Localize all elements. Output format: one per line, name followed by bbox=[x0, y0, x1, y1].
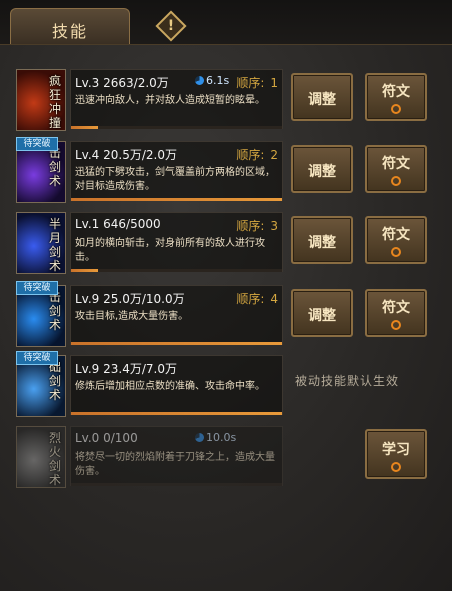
blazing-blade-skill-icon[interactable]: 烈火剑术 bbox=[16, 426, 66, 488]
skill-info-panel: Lv.9 25.0万/10.0万 顺序: 4 攻击目标,造成大量伤害。 bbox=[70, 285, 283, 345]
cooldown-value: 6.1s bbox=[206, 74, 230, 87]
skill-progress-bar bbox=[71, 483, 282, 486]
tab-skills-label: 技能 bbox=[51, 22, 88, 41]
order-value: 2 bbox=[270, 148, 278, 162]
progress-fill bbox=[71, 342, 282, 345]
exclamation-icon: ! bbox=[167, 18, 175, 34]
adjust-button-label: 调整 bbox=[308, 308, 336, 324]
adjust-button[interactable]: 调整 bbox=[291, 216, 353, 264]
order-value: 3 bbox=[270, 219, 278, 233]
skill-level: Lv.9 25.0万/10.0万 bbox=[75, 292, 185, 306]
adjust-button[interactable]: 调整 bbox=[291, 145, 353, 193]
ring-icon bbox=[391, 104, 401, 114]
order-label: 顺序: bbox=[236, 219, 265, 233]
skill-icon-text: 半月剑术 bbox=[48, 217, 61, 273]
progress-fill bbox=[71, 198, 282, 201]
top-bar: 技能 ! bbox=[0, 0, 452, 45]
help-button[interactable]: ! bbox=[155, 10, 187, 42]
skill-progress-bar bbox=[71, 412, 282, 415]
skill-progress-bar bbox=[71, 342, 282, 345]
skill-icon-text: 础剑术 bbox=[48, 360, 61, 402]
skill-icon-text: 击剑术 bbox=[48, 290, 61, 332]
adjust-button[interactable]: 调整 bbox=[291, 289, 353, 337]
progress-fill bbox=[71, 412, 282, 415]
skill-description: 攻击目标,造成大量伤害。 bbox=[75, 311, 189, 322]
skill-info-panel: Lv.1 646/5000 顺序: 3 如月的横向斩击，对身前所有的敌人进行攻击。 bbox=[70, 212, 283, 272]
order-label: 顺序: bbox=[236, 76, 265, 90]
ring-icon bbox=[391, 462, 401, 472]
skill-level: Lv.0 0/100 bbox=[75, 431, 138, 445]
skill-progress-bar bbox=[71, 269, 282, 272]
ring-icon bbox=[391, 320, 401, 330]
order-value: 1 bbox=[270, 76, 278, 90]
rune-button[interactable]: 符文 bbox=[365, 289, 427, 337]
rune-button-label: 符文 bbox=[382, 84, 410, 100]
skill-cooldown: 10.0s bbox=[195, 431, 236, 444]
skill-row: 击剑术 待突破 Lv.4 20.5万/2.0万 顺序: 2 迅猛的下劈攻击，剑气覆… bbox=[0, 137, 452, 207]
skill-level: Lv.1 646/5000 bbox=[75, 217, 161, 231]
skill-row: 半月剑术 Lv.1 646/5000 顺序: 3 如月的横向斩击，对身前所有的敌人… bbox=[0, 212, 452, 278]
ring-icon bbox=[391, 176, 401, 186]
cooldown-value: 10.0s bbox=[206, 431, 237, 444]
skill-description: 迅速冲向敌人，并对敌人造成短暂的眩晕。 bbox=[75, 95, 265, 106]
skill-cooldown: 6.1s bbox=[195, 74, 229, 87]
skill-progress-bar bbox=[71, 126, 282, 129]
skill-level: Lv.9 23.4万/7.0万 bbox=[75, 362, 177, 376]
rune-button-label: 符文 bbox=[382, 156, 410, 172]
skill-description: 将焚尽一切的烈焰附着于刀锋之上，造成大量伤害。 bbox=[75, 452, 275, 477]
passive-note: 被动技能默认生效 bbox=[295, 374, 400, 388]
cooldown-icon bbox=[195, 433, 204, 442]
charge-skill-icon[interactable]: 疯狂冲撞 bbox=[16, 69, 66, 131]
progress-fill bbox=[71, 269, 99, 272]
skill-info-panel: Lv.3 2663/2.0万 6.1s 顺序: 1 迅速冲向敌人，并对敌人造成短暂… bbox=[70, 69, 283, 129]
skill-info-panel: Lv.9 23.4万/7.0万 修炼后增加相应点数的准确、攻击命中率。 bbox=[70, 355, 283, 415]
skill-description: 迅猛的下劈攻击，剑气覆盖前方两格的区域，对目标造成伤害。 bbox=[75, 167, 275, 192]
skill-order: 顺序: 1 bbox=[236, 74, 278, 91]
breakthrough-badge: 待突破 bbox=[16, 281, 58, 295]
skill-icon-text: 烈火剑术 bbox=[48, 431, 61, 487]
skill-info-panel: Lv.0 0/100 10.0s 将焚尽一切的烈焰附着于刀锋之上，造成大量伤害。 bbox=[70, 426, 283, 486]
skill-level: Lv.3 2663/2.0万 bbox=[75, 76, 169, 90]
order-label: 顺序: bbox=[236, 292, 265, 306]
adjust-button-label: 调整 bbox=[308, 235, 336, 251]
skill-order: 顺序: 3 bbox=[236, 217, 278, 234]
rune-button-label: 符文 bbox=[382, 227, 410, 243]
adjust-button-label: 调整 bbox=[308, 92, 336, 108]
skill-info-panel: Lv.4 20.5万/2.0万 顺序: 2 迅猛的下劈攻击，剑气覆盖前方两格的区域… bbox=[70, 141, 283, 201]
cooldown-icon bbox=[195, 76, 204, 85]
skill-order: 顺序: 2 bbox=[236, 146, 278, 163]
skill-description: 如月的横向斩击，对身前所有的敌人进行攻击。 bbox=[75, 238, 265, 263]
skill-icon-text: 击剑术 bbox=[48, 146, 61, 188]
learn-button[interactable]: 学习 bbox=[365, 429, 427, 479]
order-value: 4 bbox=[270, 292, 278, 306]
skill-order: 顺序: 4 bbox=[236, 290, 278, 307]
tab-skills[interactable]: 技能 bbox=[10, 8, 130, 44]
adjust-button[interactable]: 调整 bbox=[291, 73, 353, 121]
order-label: 顺序: bbox=[236, 148, 265, 162]
skill-icon-text: 疯狂冲撞 bbox=[48, 74, 61, 130]
ring-icon bbox=[391, 247, 401, 257]
rune-button[interactable]: 符文 bbox=[365, 145, 427, 193]
breakthrough-badge: 待突破 bbox=[16, 351, 58, 365]
learn-button-label: 学习 bbox=[382, 442, 410, 458]
adjust-button-label: 调整 bbox=[308, 164, 336, 180]
rune-button-label: 符文 bbox=[382, 300, 410, 316]
rune-button[interactable]: 符文 bbox=[365, 216, 427, 264]
skill-description: 修炼后增加相应点数的准确、攻击命中率。 bbox=[75, 381, 265, 392]
skill-level: Lv.4 20.5万/2.0万 bbox=[75, 148, 177, 162]
progress-fill bbox=[71, 126, 99, 129]
breakthrough-badge: 待突破 bbox=[16, 137, 58, 151]
skill-progress-bar bbox=[71, 198, 282, 201]
skill-row: 疯狂冲撞 Lv.3 2663/2.0万 6.1s 顺序: 1 迅速冲向敌人，并对敌… bbox=[0, 69, 452, 135]
half-moon-sword-skill-icon[interactable]: 半月剑术 bbox=[16, 212, 66, 274]
skill-row: 击剑术 待突破 Lv.9 25.0万/10.0万 顺序: 4 攻击目标,造成大量伤… bbox=[0, 281, 452, 351]
rune-button[interactable]: 符文 bbox=[365, 73, 427, 121]
